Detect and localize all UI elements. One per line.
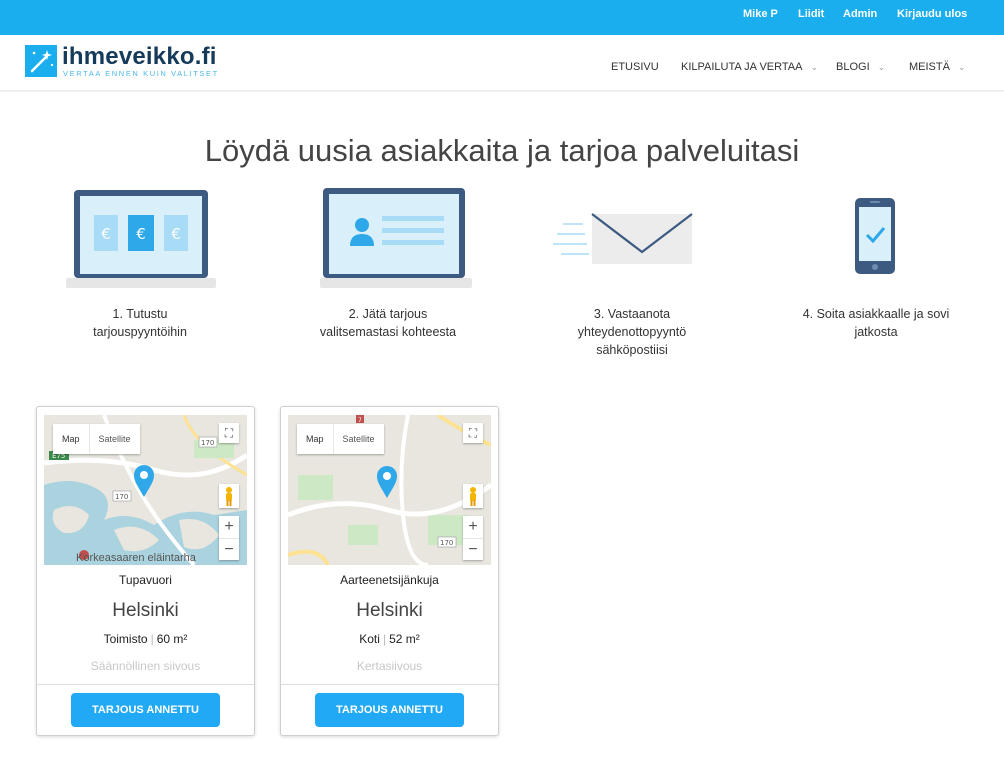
- road-sign: 7: [358, 417, 362, 424]
- step-line: yhteydenottopyyntö: [577, 325, 687, 339]
- property-type: Toimisto: [103, 632, 148, 646]
- step-line: 4. Soita asiakkaalle ja sovi: [802, 307, 950, 321]
- chevron-down-icon: ⌄: [810, 62, 819, 72]
- zoom-out-button[interactable]: −: [219, 538, 239, 560]
- card-street: Tupavuori: [119, 573, 172, 587]
- site-header: ihmeveikko.fi VERTAA ENNEN KUIN VALITSET…: [0, 35, 1004, 92]
- zoom-control[interactable]: + −: [219, 516, 239, 560]
- nav-item-meista[interactable]: MEISTÄ ⌄: [909, 61, 966, 73]
- nav-label: ETUSIVU: [611, 61, 659, 73]
- nav-item-kilpailuta[interactable]: KILPAILUTA JA VERTAA ⌄: [681, 61, 818, 73]
- cleaning-type: Kertasiivous: [356, 659, 423, 673]
- zoom-control[interactable]: + −: [463, 516, 483, 560]
- step-line: 3. Vastaanota: [593, 307, 671, 321]
- zoom-in-button[interactable]: +: [219, 516, 239, 538]
- envelope-icon: [553, 212, 695, 273]
- map[interactable]: 170 7 Map Satellite ⛶ + −: [288, 415, 491, 565]
- offer-given-button[interactable]: TARJOUS ANNETTU: [71, 693, 220, 727]
- offer-given-button[interactable]: TARJOUS ANNETTU: [315, 693, 464, 727]
- magic-wand-icon: [25, 45, 57, 77]
- map-place-label: Korkeasaaren eläintarha: [76, 552, 196, 564]
- card-details: Koti | 52 m²: [359, 632, 420, 646]
- card-details: Toimisto | 60 m²: [103, 632, 188, 646]
- leads-link[interactable]: Liidit: [798, 8, 824, 20]
- cleaning-type: Säännöllinen siivous: [90, 659, 201, 673]
- fullscreen-icon[interactable]: ⛶: [463, 423, 483, 443]
- step-line: 1. Tutustu: [112, 307, 168, 321]
- user-link[interactable]: Mike P: [743, 8, 778, 20]
- map-type-map[interactable]: Map: [297, 424, 333, 454]
- card-city: Helsinki: [112, 600, 179, 621]
- card-divider: [37, 684, 254, 685]
- zoom-in-button[interactable]: +: [463, 516, 483, 538]
- map-type-map[interactable]: Map: [53, 424, 89, 454]
- step-line: tarjouspyyntöihin: [93, 325, 187, 339]
- admin-link[interactable]: Admin: [843, 8, 877, 20]
- step-3-label: 3. Vastaanota yhteydenottopyyntö sähköpo…: [522, 305, 742, 359]
- street-view-pegman-icon[interactable]: [463, 484, 483, 508]
- logout-link[interactable]: Kirjaudu ulos: [897, 8, 967, 20]
- property-type: Koti: [359, 632, 380, 646]
- logo-text: ihmeveikko.fi: [62, 43, 217, 70]
- map[interactable]: E75 170 170 Map Satellite ⛶ + − Korkeasa…: [44, 415, 247, 565]
- svg-text:€: €: [136, 225, 146, 243]
- step-line: valitsemastasi kohteesta: [319, 325, 457, 339]
- chevron-down-icon: ⌄: [957, 62, 966, 72]
- lead-card[interactable]: 170 7 Map Satellite ⛶ + − Aarteenetsijän…: [280, 406, 499, 736]
- road-sign: 170: [440, 539, 453, 547]
- map-type-control[interactable]: Map Satellite: [53, 424, 140, 454]
- nav-label: MEISTÄ: [909, 61, 950, 73]
- nav-label: KILPAILUTA JA VERTAA: [681, 61, 803, 73]
- property-size: 60 m²: [156, 632, 188, 646]
- lead-card[interactable]: E75 170 170 Map Satellite ⛶ + − Korkeasa…: [36, 406, 255, 736]
- nav-item-etusivu[interactable]: ETUSIVU: [611, 61, 659, 73]
- nav-item-blogi[interactable]: BLOGI ⌄: [836, 61, 885, 73]
- svg-text:€: €: [101, 225, 111, 243]
- top-bar: Mike P Liidit Admin Kirjaudu ulos: [0, 0, 1004, 35]
- step-line: sähköpostiisi: [596, 343, 668, 357]
- property-size: 52 m²: [389, 632, 420, 646]
- page-headline: Löydä uusia asiakkaita ja tarjoa palvelu…: [204, 133, 800, 168]
- map-type-satellite[interactable]: Satellite: [88, 424, 140, 454]
- card-street: Aarteenetsijänkuja: [340, 573, 439, 587]
- zoom-out-button[interactable]: −: [463, 538, 483, 560]
- svg-text:€: €: [171, 225, 181, 243]
- logo-tagline: VERTAA ENNEN KUIN VALITSET: [63, 69, 219, 78]
- phone-check-icon: [853, 197, 897, 280]
- step-1-label: 1. Tutustu tarjouspyyntöihin: [30, 305, 250, 341]
- road-sign: 170: [115, 493, 128, 501]
- laptop-profile-icon: [320, 188, 472, 298]
- street-view-pegman-icon[interactable]: [219, 484, 239, 508]
- card-city: Helsinki: [356, 600, 423, 621]
- fullscreen-icon[interactable]: ⛶: [219, 423, 239, 443]
- road-sign: 170: [201, 439, 214, 447]
- map-type-control[interactable]: Map Satellite: [297, 424, 384, 454]
- step-4-label: 4. Soita asiakkaalle ja sovi jatkosta: [766, 305, 986, 341]
- step-2-label: 2. Jätä tarjous valitsemastasi kohteesta: [278, 305, 498, 341]
- nav-label: BLOGI: [836, 61, 870, 73]
- step-line: jatkosta: [854, 325, 898, 339]
- map-type-satellite[interactable]: Satellite: [332, 424, 384, 454]
- step-line: 2. Jätä tarjous: [348, 307, 428, 321]
- laptop-euro-icon: € € €: [66, 188, 216, 298]
- chevron-down-icon: ⌄: [877, 62, 886, 72]
- card-divider: [281, 684, 498, 685]
